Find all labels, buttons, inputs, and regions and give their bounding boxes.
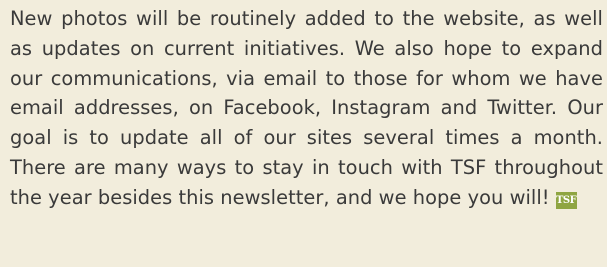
tsf-logo-end-mark: TSF	[555, 191, 577, 209]
newsletter-page: New photos will be routinely added to th…	[0, 0, 607, 267]
article-body: New photos will be routinely added to th…	[10, 4, 603, 213]
article-paragraph: New photos will be routinely added to th…	[10, 7, 603, 209]
